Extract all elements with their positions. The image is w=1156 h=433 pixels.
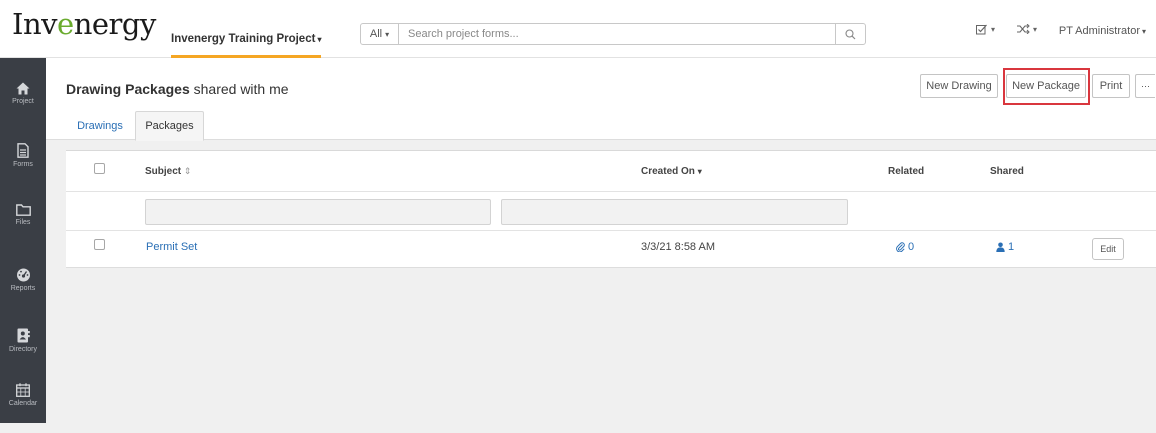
sidebar-item-directory[interactable]: Directory xyxy=(0,328,46,378)
sidebar-item-label: Project xyxy=(12,98,34,105)
column-header-label: Subject xyxy=(145,166,182,177)
paperclip-icon xyxy=(896,242,905,252)
folder-icon xyxy=(15,204,31,216)
checkbox-icon xyxy=(976,24,987,35)
user-menu[interactable]: PT Administrator ▾ xyxy=(1059,25,1146,37)
logo-text-suffix: nergy xyxy=(73,7,157,41)
page-title-rest: shared with me xyxy=(189,81,289,97)
sidebar-item-label: Reports xyxy=(10,285,36,292)
chevron-down-icon: ▾ xyxy=(317,35,322,44)
logo[interactable]: Invenergy xyxy=(12,7,156,41)
top-bar: Invenergy Invenergy Training Project ▾ Al… xyxy=(0,0,1156,58)
subject-filter-input[interactable] xyxy=(145,199,491,225)
shared-link[interactable]: 1 xyxy=(996,241,1014,253)
search-bar: All ▾ xyxy=(360,23,866,45)
chevron-down-icon: ▾ xyxy=(1033,24,1038,34)
sidebar-item-label: Forms xyxy=(13,161,33,168)
tasks-menu[interactable]: ▾ xyxy=(976,24,995,35)
created-on-filter-input[interactable] xyxy=(501,199,848,225)
search-button[interactable] xyxy=(835,24,865,44)
logo-text-prefix: Inv xyxy=(12,7,58,41)
shared-count: 1 xyxy=(1008,241,1015,253)
sidebar-item-reports[interactable]: Reports xyxy=(0,268,46,318)
column-header-related: Related xyxy=(888,166,925,177)
page-title-bold: Drawing Packages xyxy=(66,81,190,97)
new-package-button[interactable]: New Package xyxy=(1006,74,1086,98)
calendar-icon xyxy=(16,383,30,397)
sidebar: Project Forms Files Reports Directory Ca… xyxy=(0,58,46,423)
workflow-menu[interactable]: ▾ xyxy=(1017,24,1037,34)
divider xyxy=(66,230,1156,231)
dashboard-icon xyxy=(16,268,30,282)
column-header-subject[interactable]: Subject ⇕ xyxy=(145,166,191,177)
project-name: Invenergy Training Project xyxy=(171,33,316,45)
sidebar-item-label: Calendar xyxy=(8,400,38,407)
select-all-checkbox[interactable] xyxy=(94,163,105,174)
user-name: PT Administrator xyxy=(1058,25,1140,37)
column-header-shared: Shared xyxy=(990,166,1024,177)
search-input[interactable] xyxy=(399,24,835,44)
chevron-down-icon: ▾ xyxy=(1141,27,1146,36)
sidebar-item-label: Files xyxy=(15,219,31,226)
user-icon xyxy=(996,242,1005,252)
tab-packages[interactable]: Packages xyxy=(135,111,204,141)
sidebar-item-project[interactable]: Project xyxy=(0,82,46,132)
more-actions-button[interactable]: ⋯ xyxy=(1135,74,1155,98)
sidebar-item-files[interactable]: Files xyxy=(0,204,46,254)
divider xyxy=(66,191,1156,192)
home-icon xyxy=(16,82,30,95)
packages-table: Subject ⇕ Created On ▾ Related Shared Pe… xyxy=(66,150,1156,268)
new-drawing-button[interactable]: New Drawing xyxy=(920,74,998,98)
project-selector[interactable]: Invenergy Training Project ▾ xyxy=(171,24,322,58)
print-button[interactable]: Print xyxy=(1092,74,1130,98)
edit-button[interactable]: Edit xyxy=(1092,238,1124,260)
search-scope-dropdown[interactable]: All ▾ xyxy=(361,24,399,44)
search-icon xyxy=(845,28,856,39)
subject-link[interactable]: Permit Set xyxy=(146,241,197,253)
sidebar-item-forms[interactable]: Forms xyxy=(0,143,46,193)
directory-icon xyxy=(17,328,30,343)
sidebar-item-label: Directory xyxy=(8,346,37,353)
document-icon xyxy=(17,143,29,158)
logo-text-accent: e xyxy=(57,7,74,41)
shuffle-icon xyxy=(1017,24,1030,34)
tab-drawings[interactable]: Drawings xyxy=(66,111,134,141)
row-checkbox[interactable] xyxy=(94,239,105,250)
page-title: Drawing Packages shared with me xyxy=(66,81,289,97)
page-header: Drawing Packages shared with me New Draw… xyxy=(46,58,1156,140)
chevron-down-icon: ▾ xyxy=(385,29,390,39)
sort-icon: ⇕ xyxy=(183,166,192,176)
related-link[interactable]: 0 xyxy=(896,241,914,253)
related-count: 0 xyxy=(908,241,915,253)
chevron-down-icon: ▾ xyxy=(991,25,996,34)
column-header-created-on[interactable]: Created On ▾ xyxy=(641,166,702,177)
column-header-label: Created On xyxy=(641,166,695,177)
chevron-down-icon: ▾ xyxy=(697,167,702,176)
created-on-cell: 3/3/21 8:58 AM xyxy=(641,241,715,253)
search-scope-label: All xyxy=(369,28,383,40)
sidebar-item-calendar[interactable]: Calendar xyxy=(0,383,46,433)
